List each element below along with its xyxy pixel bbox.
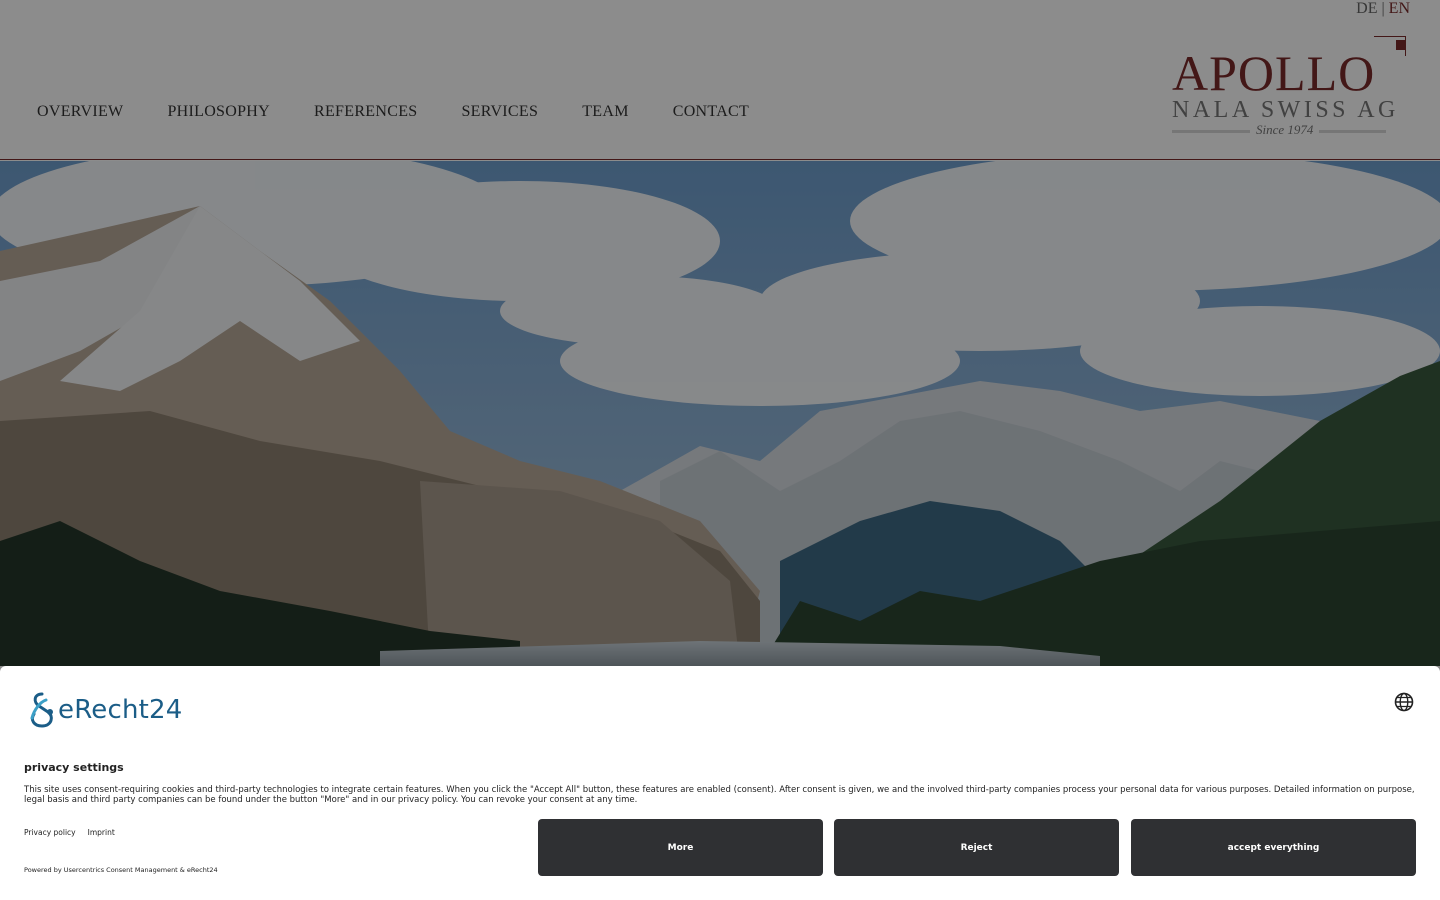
brand-name: eRecht24 [58, 695, 183, 725]
erecht24-mark-icon [30, 692, 53, 728]
consent-description: This site uses consent-requiring cookies… [24, 785, 1415, 805]
more-button[interactable]: More [538, 819, 823, 876]
consent-links: Privacy policy Imprint [24, 828, 115, 837]
cookie-consent-banner: eRecht24 privacy settings This site uses… [0, 666, 1440, 900]
consent-title: privacy settings [24, 761, 124, 774]
imprint-link[interactable]: Imprint [88, 828, 115, 837]
privacy-policy-link[interactable]: Privacy policy [24, 828, 76, 837]
erecht24-logo: eRecht24 [24, 690, 183, 730]
reject-button[interactable]: Reject [834, 819, 1119, 876]
powered-by-text: Powered by Usercentrics Consent Manageme… [24, 866, 218, 874]
globe-icon[interactable] [1394, 692, 1414, 712]
accept-all-button[interactable]: accept everything [1131, 819, 1416, 876]
